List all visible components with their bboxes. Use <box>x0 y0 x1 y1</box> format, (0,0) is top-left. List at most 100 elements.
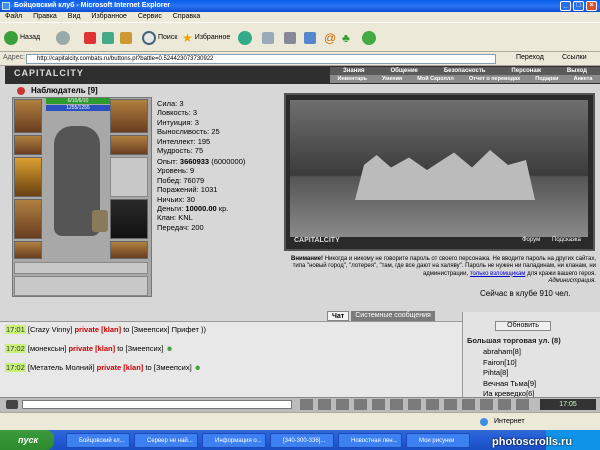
menu-edit[interactable]: Правка <box>33 13 57 20</box>
street-title: Большая торговая ул. (8) <box>467 336 561 345</box>
list-item[interactable]: abraham[8] <box>483 347 536 358</box>
armor-slot[interactable] <box>14 199 42 239</box>
menu-help[interactable]: Справка <box>173 13 200 20</box>
clover-icon: ♣ <box>342 31 350 45</box>
address-input[interactable]: http://capitalcity.combats.ru/buttons.pl… <box>26 54 496 64</box>
refresh-button[interactable] <box>102 31 114 45</box>
tab-chat[interactable]: Чат <box>327 311 350 321</box>
close-button[interactable]: × <box>586 1 597 11</box>
zone-label: Интернет <box>494 418 525 425</box>
hackers-link[interactable]: только взломщикам <box>470 271 526 277</box>
print-button[interactable] <box>284 31 296 45</box>
nav-bottom: Инвентарь Умения Мой Скроллл Отчет о пер… <box>330 75 600 83</box>
nav-exit[interactable]: Выход <box>567 67 587 75</box>
amulet-slot[interactable] <box>14 135 42 155</box>
online-count: Сейчас в клубе 910 чел. <box>480 289 571 298</box>
edit-button[interactable] <box>304 31 316 45</box>
history-button[interactable] <box>238 31 252 45</box>
messenger-icon <box>362 31 376 45</box>
ie-icon <box>2 2 10 10</box>
clover-button[interactable]: ♣ <box>342 31 350 45</box>
nav-chat[interactable]: Общение <box>390 67 417 75</box>
chat-action-buttons[interactable] <box>300 399 530 410</box>
game-logo: CAPITALCITY <box>14 68 84 78</box>
search-button[interactable]: Поиск <box>142 31 177 45</box>
stop-button[interactable] <box>84 31 96 45</box>
task-fight-club[interactable]: Бойцовский кл... <box>66 433 130 448</box>
back-button[interactable]: Назад <box>4 31 40 45</box>
security-warning: Внимание! Никогда и никому не говорите п… <box>291 256 596 284</box>
nav-gifts[interactable]: Подарки <box>535 75 558 83</box>
internet-zone-icon <box>480 418 488 426</box>
chat-line: 17:01 [Crazy Vinny] private [klan] to [З… <box>5 325 206 334</box>
toolbar: Назад Поиск ★ Избранное @ ♣ <box>0 22 600 52</box>
chat-input[interactable] <box>22 400 292 409</box>
gloves-slot[interactable] <box>110 135 148 155</box>
history-icon <box>238 31 252 45</box>
links-label[interactable]: Ссылки <box>562 54 587 61</box>
character-name[interactable]: Наблюдатель [9] <box>31 86 98 95</box>
refresh-list-button[interactable]: Обновить <box>495 321 551 331</box>
nav-inventory[interactable]: Инвентарь <box>338 75 367 83</box>
task-icq[interactable]: [340-300-336]... <box>270 433 334 448</box>
nav-knowledge[interactable]: Знания <box>343 67 365 75</box>
menu-file[interactable]: Файл <box>5 13 22 20</box>
pet-icon[interactable] <box>92 210 108 232</box>
start-button[interactable]: пуск <box>0 430 54 450</box>
home-button[interactable] <box>120 31 132 45</box>
favorites-button[interactable]: ★ Избранное <box>182 31 230 45</box>
boots-slot[interactable] <box>110 241 148 259</box>
maximize-button[interactable]: □ <box>573 1 584 11</box>
nav-security[interactable]: Безопасность <box>444 67 486 75</box>
hint-link[interactable]: Подсказка <box>552 237 581 243</box>
rings-row[interactable] <box>14 262 148 274</box>
at-icon: @ <box>324 31 337 45</box>
nav-skills[interactable]: Умения <box>382 75 402 83</box>
mail-icon <box>262 32 274 44</box>
nav-character[interactable]: Персонаж <box>511 67 541 75</box>
stop-icon <box>84 32 96 44</box>
edit-icon <box>304 32 316 44</box>
base-stats: Сила: 3 Ловкость: 3 Интуиция: 3 Вынослив… <box>157 99 220 156</box>
at-button[interactable]: @ <box>324 31 336 45</box>
mana-bar: 1255/1255 <box>46 105 110 111</box>
chat-tabs: Чат Системные сообщения <box>327 311 435 321</box>
list-item[interactable]: Вечная Тьма[9] <box>483 379 536 390</box>
chat-line: 17:02 [монексын] private [klan] to [Змее… <box>5 344 174 353</box>
messenger-button[interactable] <box>362 31 376 45</box>
forum-link[interactable]: Форум <box>522 237 540 243</box>
task-server[interactable]: Сервер не най... <box>134 433 198 448</box>
menu-tools[interactable]: Сервис <box>138 13 162 20</box>
weapon-slot[interactable] <box>14 157 42 197</box>
forward-button[interactable] <box>56 31 70 45</box>
smiley-icon: ☻ <box>193 363 202 372</box>
nav-profile[interactable]: Анкета <box>574 75 593 83</box>
earrings-slot[interactable] <box>110 99 148 133</box>
menu-view[interactable]: Вид <box>68 13 81 20</box>
task-news[interactable]: Новостная лен... <box>338 433 402 448</box>
menu-bar: Файл Правка Вид Избранное Сервис Справка <box>0 12 600 22</box>
user-list: abraham[8] Fairon[10] Pihta[8] Вечная Ть… <box>483 347 536 400</box>
nav-transfers[interactable]: Отчет о переводах <box>469 75 520 83</box>
nav-scroll[interactable]: Мой Скроллл <box>417 75 454 83</box>
mail-button[interactable] <box>262 31 274 45</box>
chat-settings-icon[interactable] <box>6 400 18 409</box>
tab-system[interactable]: Системные сообщения <box>351 311 435 321</box>
task-info[interactable]: Информация о... <box>202 433 266 448</box>
forward-arrow-icon <box>56 31 70 45</box>
window-title: Бойцовский клуб - Microsoft Internet Exp… <box>14 2 171 9</box>
helmet-slot[interactable] <box>14 99 42 133</box>
star-icon: ★ <box>182 31 193 45</box>
print-icon <box>284 32 296 44</box>
scene-logo: CAPITALCITY <box>294 237 340 244</box>
task-pictures[interactable]: Мои рисунки <box>406 433 470 448</box>
go-button[interactable]: Переход <box>516 54 544 61</box>
belt-slot[interactable] <box>14 241 42 259</box>
list-item[interactable]: Pihta[8] <box>483 368 536 379</box>
menu-favorites[interactable]: Избранное <box>91 13 126 20</box>
shield-slot[interactable] <box>110 157 148 197</box>
pocket-row[interactable] <box>14 276 148 296</box>
list-item[interactable]: Fairon[10] <box>483 358 536 369</box>
minimize-button[interactable]: _ <box>560 1 571 11</box>
pants-slot[interactable] <box>110 199 148 239</box>
